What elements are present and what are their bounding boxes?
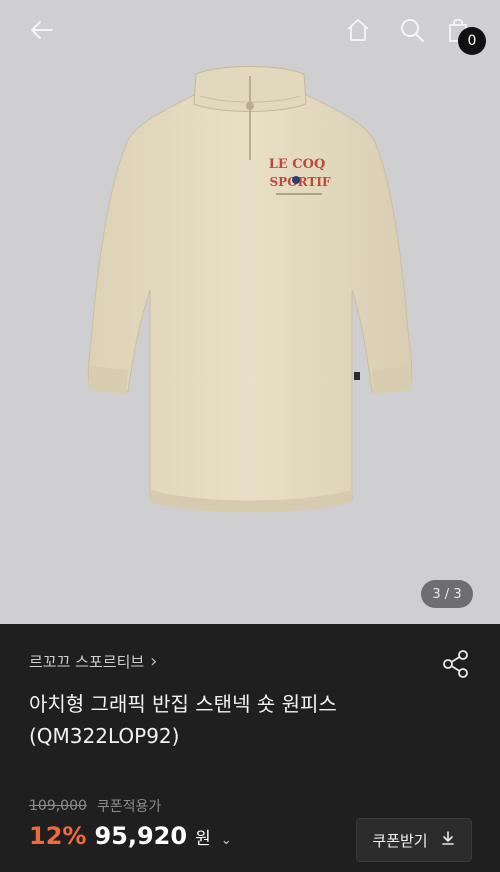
brand-name: 르꼬끄 스포르티브 [29,653,145,671]
final-price: 95,920 [94,822,188,850]
search-icon [398,16,426,48]
print-line-2: SPORTIF [270,175,331,189]
share-icon [440,650,472,684]
image-page-indicator: 3 / 3 [421,580,473,608]
download-icon [440,830,456,850]
currency-label: 원 [195,829,211,849]
back-button[interactable] [24,14,60,50]
product-title: 아치형 그래픽 반집 스탠넥 숏 원피스 (QM322LOP92) [29,688,449,752]
coupon-price-label: 쿠폰적용가 [96,799,162,815]
original-price: 109,000 [29,798,87,814]
product-image: LE COQ SPORTIF [87,66,413,513]
cart-count-badge: 0 [458,27,486,55]
final-price-row[interactable]: 12% 95,920 원 ⌄ [29,822,232,850]
original-price-row: 109,000 쿠폰적용가 [29,796,161,816]
home-button[interactable] [340,14,376,50]
coupon-button-label: 쿠폰받기 [372,831,428,850]
search-button[interactable] [394,14,430,50]
chevron-down-icon[interactable]: ⌄ [221,833,232,848]
arrow-left-icon [28,16,56,48]
share-button[interactable] [440,648,472,680]
brand-link[interactable]: 르꼬끄 스포르티브 › [29,651,157,672]
discount-rate: 12% [29,822,87,850]
top-navigation-bar: 0 [0,0,500,64]
chevron-right-icon: › [150,651,158,672]
product-image-gallery[interactable]: LE COQ SPORTIF 0 3 / 3 [0,0,500,624]
download-coupon-button[interactable]: 쿠폰받기 [356,818,472,862]
home-icon [344,16,372,48]
product-title-line-2: (QM322LOP92) [29,724,180,748]
product-title-line-1: 아치형 그래픽 반집 스탠넥 숏 원피스 [29,692,337,716]
print-line-1: LE COQ [269,157,326,172]
